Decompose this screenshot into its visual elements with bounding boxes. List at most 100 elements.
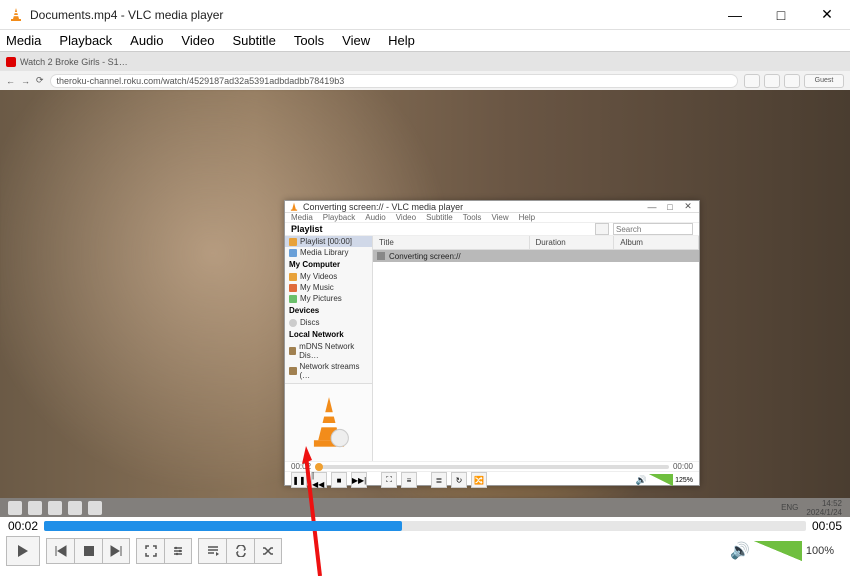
minimize-button[interactable]: — bbox=[712, 0, 758, 30]
prev-button[interactable] bbox=[46, 538, 74, 564]
browser-tab-title[interactable]: Watch 2 Broke Girls - S1… bbox=[20, 57, 128, 67]
browser-tab-strip: Watch 2 Broke Girls - S1… bbox=[0, 52, 850, 71]
menu-video[interactable]: Video bbox=[181, 33, 214, 48]
sidebar-computer-header: My Computer bbox=[285, 258, 372, 271]
forward-icon[interactable]: → bbox=[21, 76, 30, 86]
nested-menu-media[interactable]: Media bbox=[291, 213, 313, 222]
nested-ext-settings-button[interactable]: ≡ bbox=[401, 472, 417, 488]
nested-playlist-button[interactable]: ≣ bbox=[431, 472, 447, 488]
nested-view-toggle-button[interactable] bbox=[595, 223, 609, 235]
taskbar-icon[interactable] bbox=[88, 501, 102, 515]
nested-seek-slider[interactable] bbox=[315, 465, 669, 469]
loop-button[interactable] bbox=[226, 538, 254, 564]
shuffle-button[interactable] bbox=[254, 538, 282, 564]
nested-search-input[interactable] bbox=[613, 223, 693, 235]
speaker-icon[interactable]: 🔊 bbox=[730, 541, 750, 561]
stop-icon bbox=[84, 546, 94, 556]
nested-menu-subtitle[interactable]: Subtitle bbox=[426, 213, 453, 222]
sidebar-my-music[interactable]: My Music bbox=[285, 282, 372, 293]
seek-slider[interactable] bbox=[44, 521, 806, 531]
reload-icon[interactable]: ⟳ bbox=[36, 75, 44, 86]
nested-playlist-rows: Converting screen:// bbox=[373, 250, 699, 461]
menu-bar: Media Playback Audio Video Subtitle Tool… bbox=[0, 30, 850, 52]
nested-close-button[interactable]: ✕ bbox=[681, 201, 695, 212]
control-bar: 🔊 100% bbox=[0, 535, 850, 567]
col-album[interactable]: Album bbox=[614, 236, 699, 249]
nested-time-total: 00:00 bbox=[673, 462, 693, 471]
guest-button[interactable]: Guest bbox=[804, 74, 844, 88]
back-icon[interactable]: ← bbox=[6, 76, 15, 86]
nested-vlc-window[interactable]: Converting screen:// - VLC media player … bbox=[284, 200, 700, 486]
menu-help[interactable]: Help bbox=[388, 33, 415, 48]
playlist-icon bbox=[207, 545, 219, 557]
menu-subtitle[interactable]: Subtitle bbox=[232, 33, 275, 48]
col-title[interactable]: Title bbox=[373, 236, 530, 249]
nested-menu-tools[interactable]: Tools bbox=[463, 213, 482, 222]
taskbar-icon[interactable] bbox=[68, 501, 82, 515]
sliders-icon bbox=[172, 545, 184, 557]
title-bar: Documents.mp4 - VLC media player — □ ✕ bbox=[0, 0, 850, 30]
menu-playback[interactable]: Playback bbox=[59, 33, 112, 48]
taskbar-lang[interactable]: ENG bbox=[781, 503, 798, 512]
nested-speaker-icon[interactable]: 🔊 bbox=[636, 475, 647, 486]
nested-menu-help[interactable]: Help bbox=[519, 213, 535, 222]
nested-header-row: Playlist bbox=[285, 223, 699, 236]
next-button[interactable] bbox=[102, 538, 130, 564]
ext-settings-button[interactable] bbox=[164, 538, 192, 564]
nested-volume-slider[interactable] bbox=[649, 474, 673, 486]
playlist-row[interactable]: Converting screen:// bbox=[373, 250, 699, 262]
playlist-button[interactable] bbox=[198, 538, 226, 564]
play-button[interactable] bbox=[6, 536, 40, 566]
nested-loop-button[interactable]: ↻ bbox=[451, 472, 467, 488]
nested-menu-video[interactable]: Video bbox=[396, 213, 416, 222]
taskbar: ENG 14:52 2024/1/24 bbox=[0, 498, 850, 517]
url-chip-2[interactable] bbox=[764, 74, 780, 88]
url-chip-3[interactable] bbox=[784, 74, 800, 88]
nested-maximize-button[interactable]: □ bbox=[663, 202, 677, 212]
nested-menu-bar: Media Playback Audio Video Subtitle Tool… bbox=[285, 213, 699, 223]
time-elapsed: 00:02 bbox=[8, 519, 38, 533]
sidebar-my-pictures[interactable]: My Pictures bbox=[285, 293, 372, 304]
vlc-cone-icon bbox=[307, 395, 351, 451]
taskbar-icon[interactable] bbox=[48, 501, 62, 515]
maximize-button[interactable]: □ bbox=[758, 0, 804, 30]
nested-stop-button[interactable]: ■ bbox=[331, 472, 347, 488]
nested-minimize-button[interactable]: — bbox=[645, 202, 659, 212]
menu-audio[interactable]: Audio bbox=[130, 33, 163, 48]
fullscreen-button[interactable] bbox=[136, 538, 164, 564]
nested-menu-view[interactable]: View bbox=[491, 213, 508, 222]
nested-shuffle-button[interactable]: 🔀 bbox=[471, 472, 487, 488]
sidebar-playlist[interactable]: Playlist [00:00] bbox=[285, 236, 372, 247]
url-input[interactable]: theroku-channel.roku.com/watch/4529187ad… bbox=[50, 74, 738, 88]
seek-bar-row: 00:02 00:05 bbox=[0, 517, 850, 535]
sidebar-discs[interactable]: Discs bbox=[285, 317, 372, 328]
sidebar-my-videos[interactable]: My Videos bbox=[285, 271, 372, 282]
taskbar-icon[interactable] bbox=[28, 501, 42, 515]
nested-fullscreen-button[interactable]: ⛶ bbox=[381, 472, 397, 488]
nested-prev-button[interactable]: |◀◀ bbox=[311, 472, 327, 488]
nested-next-button[interactable]: ▶▶| bbox=[351, 472, 367, 488]
stop-button[interactable] bbox=[74, 538, 102, 564]
nested-menu-audio[interactable]: Audio bbox=[365, 213, 385, 222]
shuffle-icon bbox=[262, 545, 274, 557]
vlc-cone-icon bbox=[289, 202, 299, 212]
sidebar-media-library[interactable]: Media Library bbox=[285, 247, 372, 258]
close-button[interactable]: ✕ bbox=[804, 0, 850, 30]
menu-view[interactable]: View bbox=[342, 33, 370, 48]
fullscreen-icon bbox=[145, 545, 157, 557]
nested-menu-playback[interactable]: Playback bbox=[323, 213, 355, 222]
sidebar-devices-header: Devices bbox=[285, 304, 372, 317]
menu-tools[interactable]: Tools bbox=[294, 33, 324, 48]
sidebar-streams[interactable]: Network streams (… bbox=[285, 361, 372, 381]
nested-window-title: Converting screen:// - VLC media player bbox=[303, 202, 641, 212]
film-icon bbox=[377, 252, 385, 260]
menu-media[interactable]: Media bbox=[6, 33, 41, 48]
volume-slider[interactable] bbox=[754, 541, 802, 561]
taskbar-icon[interactable] bbox=[8, 501, 22, 515]
video-area: Watch 2 Broke Girls - S1… ← → ⟳ theroku-… bbox=[0, 52, 850, 517]
sidebar-mdns[interactable]: mDNS Network Dis… bbox=[285, 341, 372, 361]
nested-controls: ❚❚ |◀◀ ■ ▶▶| ⛶ ≡ ≣ ↻ 🔀 🔊 125% bbox=[285, 471, 699, 488]
nested-pause-button[interactable]: ❚❚ bbox=[291, 472, 307, 488]
url-chip-1[interactable] bbox=[744, 74, 760, 88]
col-duration[interactable]: Duration bbox=[530, 236, 615, 249]
